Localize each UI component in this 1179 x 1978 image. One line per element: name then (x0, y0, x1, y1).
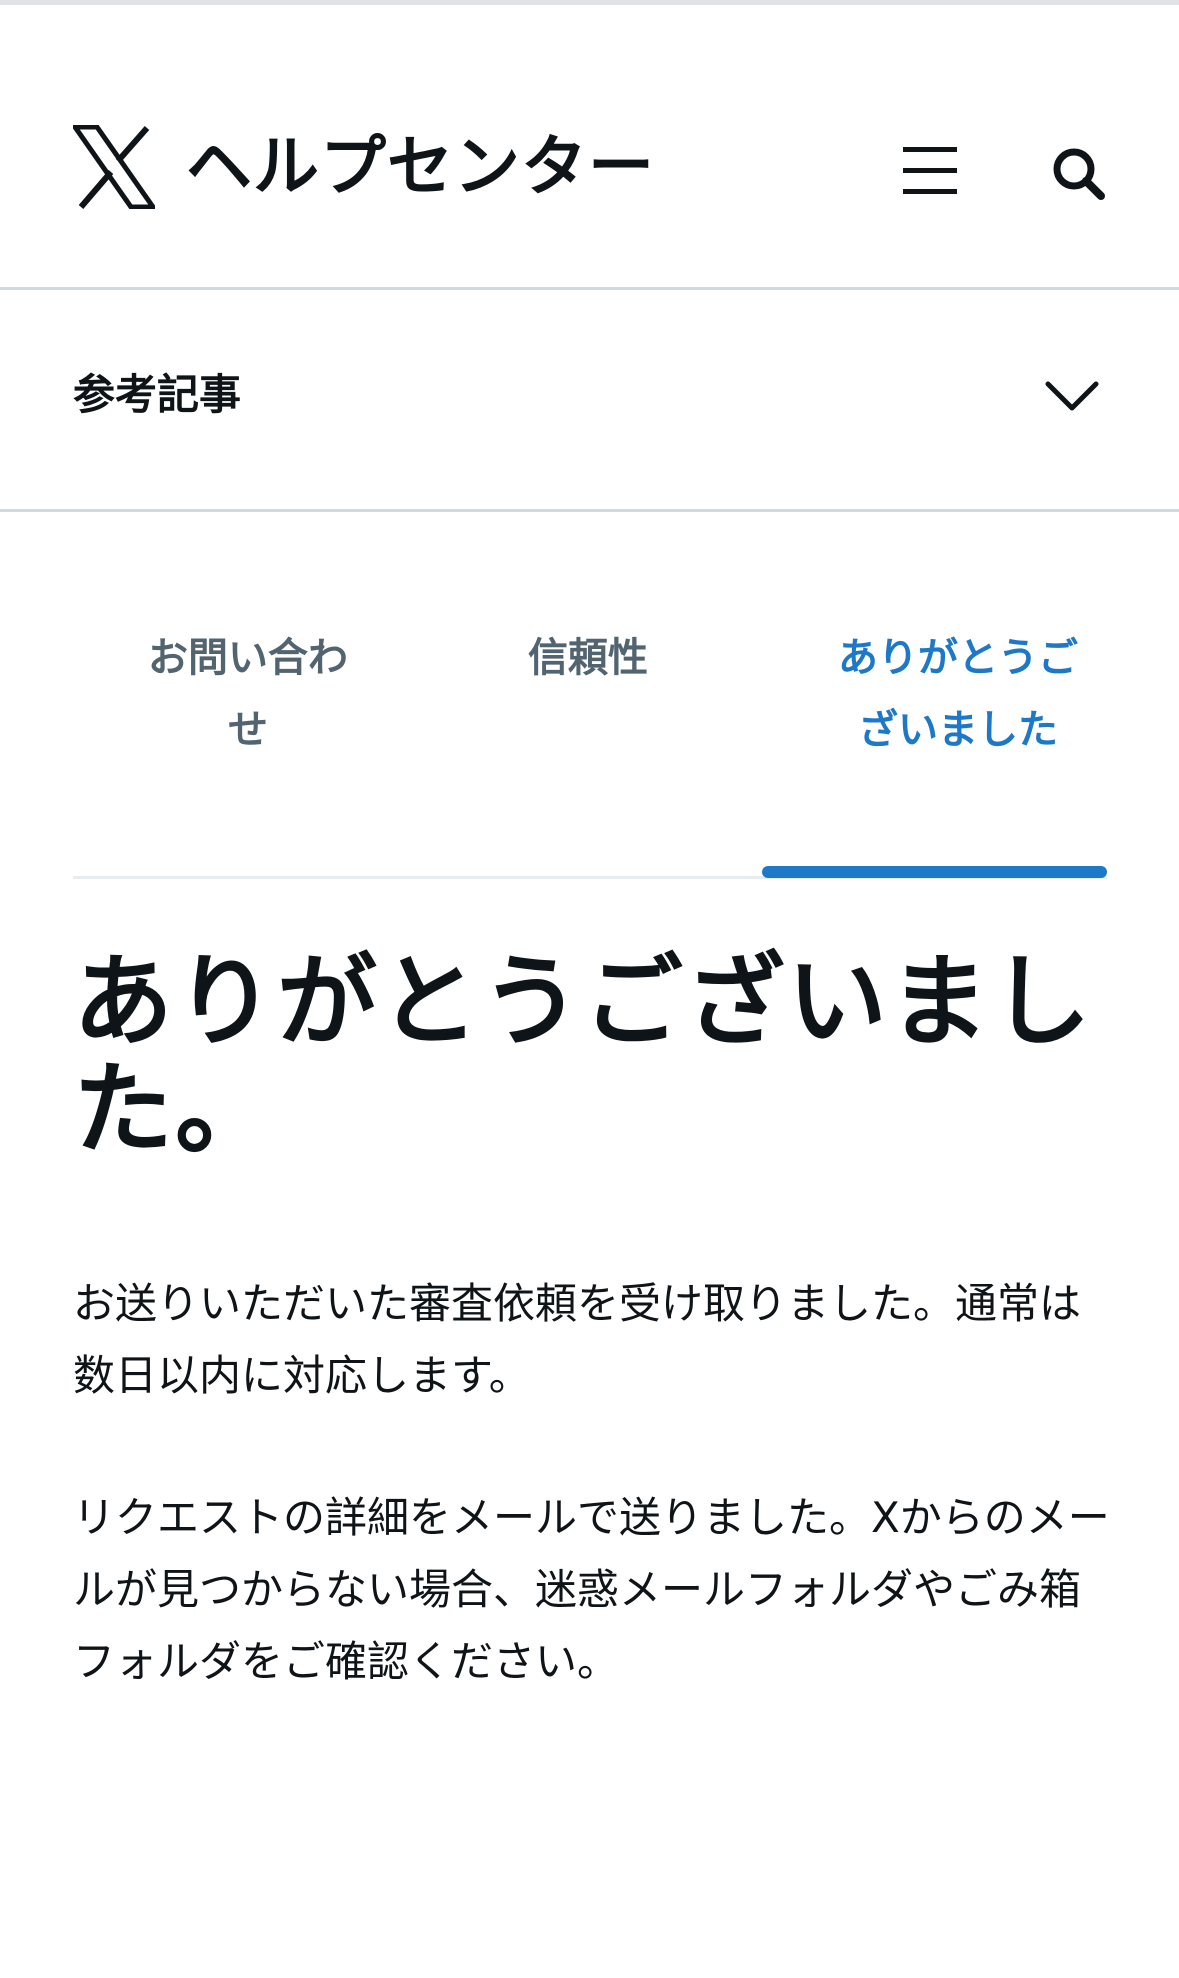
x-logo-icon[interactable] (73, 125, 155, 209)
related-articles-label: 参考記事 (73, 370, 242, 419)
tab-contact[interactable]: お問い合わせ (133, 622, 363, 766)
site-header: ヘルプセンター (0, 5, 1179, 290)
page-title: ありがとうございました。 (73, 943, 1093, 1168)
tab-trust[interactable]: 信頼性 (473, 622, 703, 694)
email-info-paragraph: リクエストの詳細をメールで送りました。Xからのメールが見つからない場合、迷惑メー… (73, 1493, 1110, 1686)
tab-thank-you[interactable]: ありがとうございました (823, 622, 1093, 766)
tab-bar: お問い合わせ 信頼性 ありがとうございました (73, 600, 1107, 880)
site-title[interactable]: ヘルプセンター (186, 127, 655, 207)
search-icon[interactable] (1050, 145, 1106, 201)
active-tab-indicator (762, 866, 1107, 878)
confirmation-paragraph: お送りいただいた審査依頼を受け取りました。通常は数日以内に対応します。 (73, 1279, 1082, 1400)
chevron-down-icon (1045, 381, 1099, 411)
hamburger-menu-icon[interactable] (900, 141, 960, 201)
related-articles-dropdown[interactable]: 参考記事 (0, 290, 1179, 512)
